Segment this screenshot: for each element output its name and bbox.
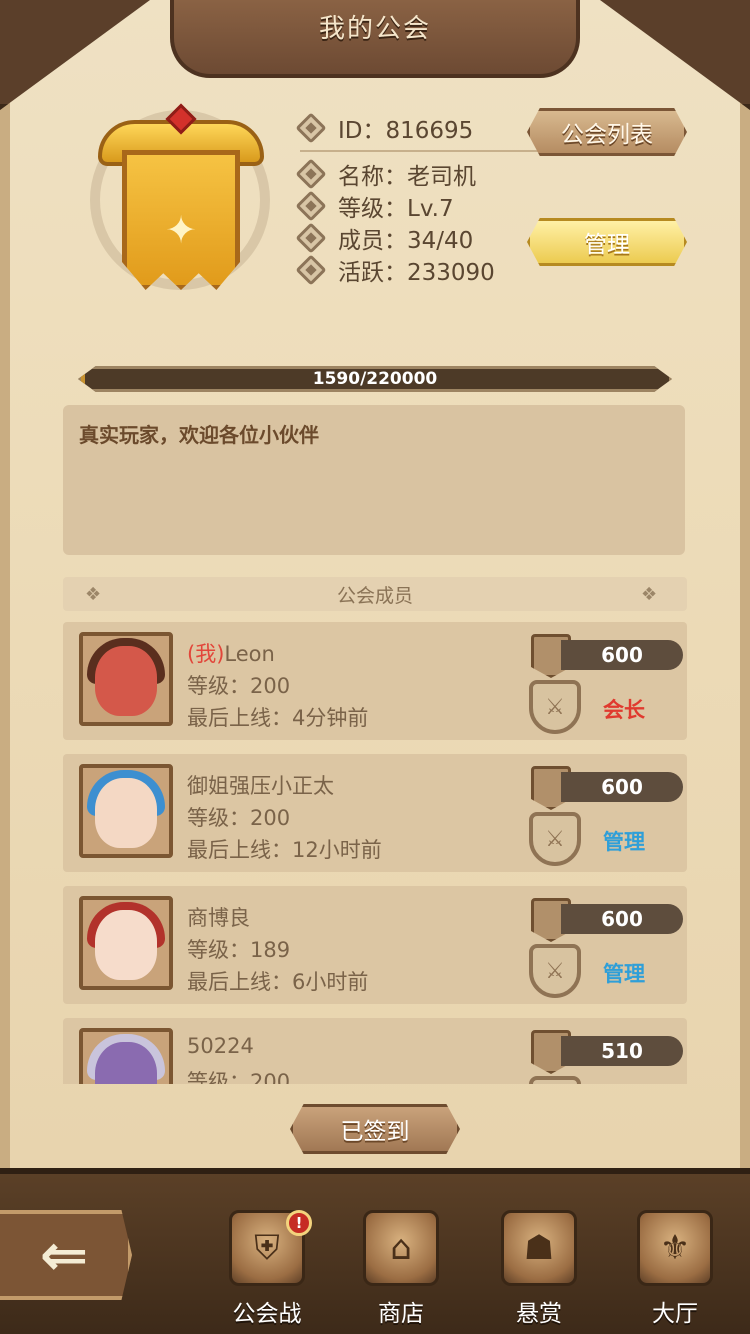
signed-in-button[interactable]: 已签到 xyxy=(290,1104,460,1154)
diamond-bullet-icon xyxy=(295,222,327,254)
crest-mark-icon: ✦ xyxy=(165,208,197,252)
guild-members: 成员：34/40 xyxy=(338,228,474,254)
avatar[interactable] xyxy=(79,632,173,726)
guild-activity-row: 活跃：233090 xyxy=(295,254,495,286)
guild-level: 等级：Lv.7 xyxy=(338,196,454,222)
member-last-online: 最后上线：4分钟前 xyxy=(187,706,369,730)
members-section-header: ❖ 公会成员 ❖ xyxy=(63,577,687,611)
scroll-icon: ☗ xyxy=(501,1210,577,1286)
progress-text: 1590/220000 xyxy=(312,369,438,389)
title-banner: 我的公会 xyxy=(170,0,580,78)
nav-bounty[interactable]: ☗ 悬赏 xyxy=(484,1210,594,1330)
guild-id-row: ID：816695 xyxy=(295,112,495,144)
member-name: 御姐强压小正太 xyxy=(187,774,334,798)
alert-badge: ! xyxy=(286,1210,312,1236)
avatar[interactable] xyxy=(79,764,173,858)
info-divider xyxy=(300,150,540,152)
guild-list-button[interactable]: 公会列表 xyxy=(527,108,687,156)
member-role: 管理 xyxy=(603,962,645,986)
diamond-bullet-icon xyxy=(295,190,327,222)
manage-button[interactable]: 管理 xyxy=(527,218,687,266)
guild-level-row: 等级：Lv.7 xyxy=(295,190,495,222)
nav-guild-war[interactable]: ⛨ ! 公会战 xyxy=(212,1210,322,1330)
crossed-swords-icon: ⚔ xyxy=(529,812,581,866)
nav-hall[interactable]: ⚜ 大厅 xyxy=(620,1210,730,1330)
member-row[interactable]: (我)Leon 等级：200 最后上线：4分钟前 600 ⚔ 会长 xyxy=(63,622,687,740)
guild-name-row: 名称：老司机 xyxy=(295,158,495,190)
guild-notice: 真实玩家，欢迎各位小伙伴 xyxy=(63,405,685,555)
crossed-swords-icon: ⚔ xyxy=(529,1076,581,1084)
member-role: 会长 xyxy=(603,698,645,722)
guild-activity: 活跃：233090 xyxy=(338,260,495,286)
member-row[interactable]: 御姐强压小正太 等级：200 最后上线：12小时前 600 ⚔ 管理 xyxy=(63,754,687,872)
avatar[interactable] xyxy=(79,896,173,990)
member-level: 等级：200 xyxy=(187,806,291,830)
guild-info: ID：816695 名称：老司机 等级：Lv.7 成员：34/40 活跃：233… xyxy=(295,112,495,286)
diamond-bullet-icon xyxy=(295,112,327,144)
guild-id: ID：816695 xyxy=(338,118,474,144)
nav-label: 悬赏 xyxy=(516,1301,562,1327)
member-row[interactable]: 商博良 等级：189 最后上线：6小时前 600 ⚔ 管理 xyxy=(63,886,687,1004)
member-level: 等级：189 xyxy=(187,938,291,962)
nav-label: 商店 xyxy=(378,1301,424,1327)
diamond-bullet-icon xyxy=(295,158,327,190)
member-role: 管理 xyxy=(603,830,645,854)
guild-name: 名称：老司机 xyxy=(338,164,476,190)
guild-exp-progress-bar: 1590/220000 xyxy=(78,366,672,392)
guild-emblem: ✦ xyxy=(70,90,290,310)
member-name: 商博良 xyxy=(187,906,250,930)
avatar[interactable] xyxy=(79,1028,173,1084)
member-last-online: 最后上线：6小时前 xyxy=(187,970,369,994)
shop-icon: ⌂ xyxy=(363,1210,439,1286)
member-name: (我)Leon xyxy=(187,642,275,666)
ornament-icon: ❖ xyxy=(85,584,102,605)
me-tag: (我) xyxy=(187,642,225,666)
member-score: 510 xyxy=(561,1036,683,1066)
member-last-online: 最后上线：12小时前 xyxy=(187,838,382,862)
member-score: 600 xyxy=(561,904,683,934)
banner-icon: ⚜ xyxy=(637,1210,713,1286)
nav-shop[interactable]: ⌂ 商店 xyxy=(346,1210,456,1330)
members-section-title: 公会成员 xyxy=(336,584,413,607)
member-score: 600 xyxy=(561,772,683,802)
nav-label: 公会战 xyxy=(232,1301,302,1327)
nav-label: 大厅 xyxy=(652,1301,698,1327)
member-list[interactable]: (我)Leon 等级：200 最后上线：4分钟前 600 ⚔ 会长 御姐强压小正… xyxy=(63,622,687,1084)
member-level: 等级：200 xyxy=(187,674,291,698)
member-level: 等级：200 xyxy=(187,1070,291,1084)
crossed-swords-icon: ⚔ xyxy=(529,680,581,734)
member-name: 50224 xyxy=(187,1034,254,1058)
diamond-bullet-icon xyxy=(295,254,327,286)
member-score: 600 xyxy=(561,640,683,670)
back-arrow-icon[interactable]: ⇐ xyxy=(0,1210,132,1300)
page-title: 我的公会 xyxy=(318,13,431,44)
guild-members-row: 成员：34/40 xyxy=(295,222,495,254)
crossed-swords-icon: ⚔ xyxy=(529,944,581,998)
member-row[interactable]: 50224 等级：200 510 ⚔ xyxy=(63,1018,687,1084)
ornament-icon: ❖ xyxy=(641,584,658,605)
